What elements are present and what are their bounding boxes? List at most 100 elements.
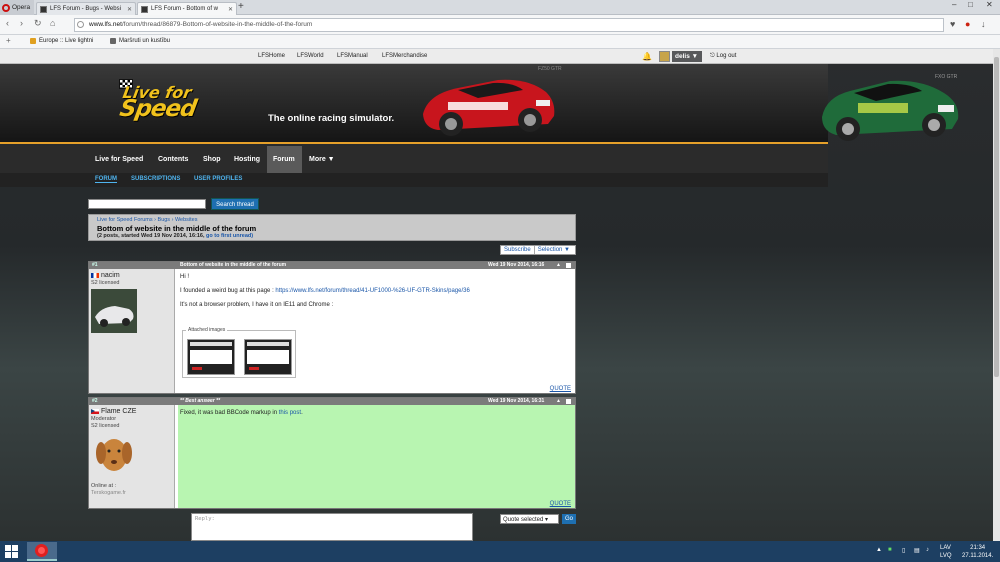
post-url-link[interactable]: https://www.lfs.net/forum/thread/41-UF10… [275,288,469,294]
quote-link[interactable]: QUOTE [550,501,571,507]
lfs-favicon-icon [141,5,148,13]
new-tab-icon[interactable]: + [238,1,244,12]
volume-icon[interactable]: ♪ [926,547,929,553]
this-post-link[interactable]: this post [279,410,301,416]
nav-contents[interactable]: Contents [154,146,192,173]
thread-actions: Subscribe Selection ▼ [500,245,576,255]
scrollbar-thumb[interactable] [994,57,999,377]
logo-line2: Speed [117,96,198,122]
go-button[interactable]: Go [562,514,576,524]
nav-shop[interactable]: Shop [199,146,225,173]
attachment-thumbnail[interactable] [187,339,235,375]
post-number[interactable]: #2 [92,398,98,404]
attached-label: Attached images [186,327,228,333]
user-menu[interactable]: delis ▼ [672,51,702,62]
windows-taskbar: ▲ ■ ▯ ▤ ♪ LAV LVQ 21:34 27.11.2014. [0,541,1000,562]
bookmark-favicon-icon [30,38,36,44]
reload-icon[interactable]: ↻ [34,18,42,29]
search-thread-button[interactable]: Search thread [211,198,259,210]
subnav-user-profiles[interactable]: USER PROFILES [194,176,242,182]
author-avatar [91,289,137,333]
taskbar-opera-button[interactable] [27,542,57,561]
bookmark-favicon-icon [110,38,116,44]
report-icon[interactable]: ▲ [556,262,561,268]
maximize-icon[interactable]: □ [968,0,973,9]
windows-start-icon[interactable] [5,545,18,558]
notification-bell-icon[interactable]: 🔔 [642,52,652,61]
tray-app-icon[interactable]: ■ [888,547,892,553]
attachment-thumbnail[interactable] [244,339,292,375]
bookmark-item[interactable]: Maršruti un kustību [110,38,170,44]
tab-forum-bugs[interactable]: LFS Forum - Bugs - Websi ✕ [36,2,136,15]
subnav-subscriptions[interactable]: SUBSCRIPTIONS [131,176,180,182]
breadcrumb[interactable]: Live for Speed Forums › Bugs › Websites [97,217,567,223]
author-name[interactable]: Flame CZE [91,408,172,415]
nav-more[interactable]: More ▼ [305,146,339,173]
quote-selected-dropdown[interactable]: Quote selected ▾ [500,514,559,524]
tab-forum-thread[interactable]: LFS Forum - Bottom of w ✕ [137,2,237,15]
bookmark-label: Maršruti un kustību [119,38,171,44]
post-number[interactable]: #1 [92,262,98,268]
close-window-icon[interactable]: ✕ [986,0,993,9]
page-viewport: LFSHome LFSWorld LFSManual LFSMerchandis… [0,49,993,541]
subscribe-button[interactable]: Subscribe [501,246,534,254]
quote-select-value: Quote selected [503,517,544,523]
site-info-icon[interactable] [77,21,84,28]
quote-link[interactable]: QUOTE [550,386,571,392]
nav-hosting[interactable]: Hosting [230,146,264,173]
tab-close-icon[interactable]: ✕ [127,6,132,13]
author-name[interactable]: nacim [91,272,172,279]
post-body-best-answer: Fixed, it was bad BBCode markup in this … [178,405,575,508]
nav-forum[interactable]: Forum [267,146,302,173]
home-icon[interactable]: ⌂ [50,18,55,28]
select-post-checkbox[interactable] [566,263,571,268]
battery-icon[interactable]: ▯ [902,547,905,554]
thread-search-input[interactable] [88,199,206,209]
nav-live-for-speed[interactable]: Live for Speed [91,146,147,173]
czech-flag-icon [91,409,99,414]
post-title: Bottom of website in the middle of the f… [180,262,287,268]
taskbar-clock[interactable]: 21:34 27.11.2014. [962,544,993,560]
subnav-forum[interactable]: FORUM [95,176,117,183]
heart-icon[interactable]: ♥ [950,19,955,29]
selection-dropdown[interactable]: Selection ▼ [533,246,573,254]
bookmark-item[interactable]: Europe :: Live lightni [30,38,93,44]
post: #2 ** Best answer ** Wed 19 Nov 2014, 16… [88,397,576,509]
logout-link[interactable]: ⎋ Log out [710,53,736,60]
link-lfsworld[interactable]: LFSWorld [297,53,324,59]
post-text: I founded a weird bug at this page : [180,288,274,294]
opera-menu-button[interactable]: Opera [0,0,34,15]
language-indicator[interactable]: LAV LVQ [940,544,952,560]
back-icon[interactable]: ‹ [6,18,9,28]
network-icon[interactable]: ▤ [914,547,920,554]
user-avatar[interactable] [659,51,670,62]
minimize-icon[interactable]: – [952,0,956,9]
lfs-logo[interactable]: Live for Speed [117,79,240,123]
select-post-checkbox[interactable] [566,399,571,404]
link-lfsmanual[interactable]: LFSManual [337,53,368,59]
download-icon[interactable]: ↓ [981,19,986,29]
france-flag-icon [91,273,99,278]
clock-date: 27.11.2014. [962,553,994,559]
forward-icon[interactable]: › [20,18,23,28]
first-unread-link[interactable]: go to first unread) [206,233,253,239]
thread-meta-text: (2 posts, started Wed 19 Nov 2014, 16:16… [97,233,205,239]
red-race-car-image [423,79,555,136]
adblock-icon[interactable]: ● [965,19,970,29]
tray-expand-icon[interactable]: ▲ [876,547,882,553]
post-date: Wed 19 Nov 2014, 16:16 [488,262,545,268]
thread-header: Live for Speed Forums › Bugs › Websites … [88,214,576,241]
report-icon[interactable]: ▲ [556,398,561,404]
reply-textarea[interactable]: Reply: [191,513,473,541]
post: #1 Bottom of website in the middle of th… [88,261,576,394]
post-line: Fixed, it was bad BBCode markup in this … [180,410,573,416]
url-field[interactable]: www.lfs.net/forum/thread/86879-Bottom-of… [74,18,944,32]
link-lfshome[interactable]: LFSHome [258,53,285,59]
tab-close-icon[interactable]: ✕ [228,6,233,13]
post-author-panel: nacim S2 licensed [89,269,175,393]
page-scrollbar[interactable] [993,49,1000,541]
link-lfsmerchandise[interactable]: LFSMerchandise [382,53,427,59]
sub-nav: FORUM SUBSCRIPTIONS USER PROFILES [0,173,828,187]
online-at-value: Terskogame.fr [91,490,126,496]
add-bookmark-icon[interactable]: + [6,36,11,45]
